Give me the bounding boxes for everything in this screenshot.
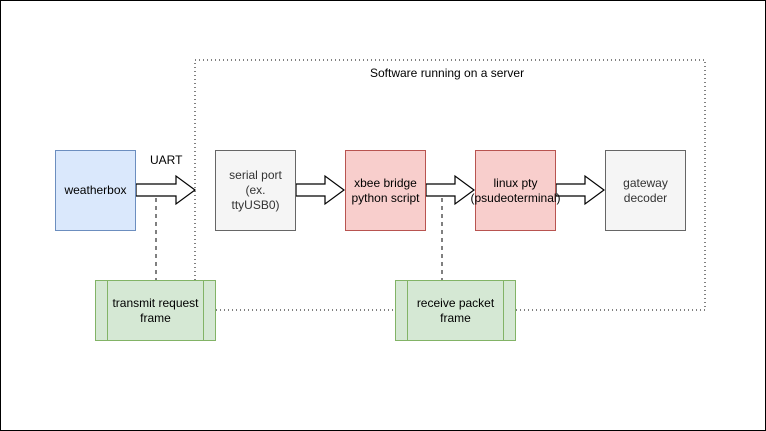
weatherbox-label: weatherbox <box>64 183 127 197</box>
transmit-request-label: transmit request frame <box>112 295 199 325</box>
gateway-decoder-label: gateway decoder <box>623 175 668 205</box>
arrow-serial-to-xbee <box>295 174 346 206</box>
transmit-request-frame-node[interactable]: transmit request frame <box>95 280 216 341</box>
process-bar-left <box>407 281 408 340</box>
xbee-bridge-label: xbee bridge python script <box>351 175 420 205</box>
gateway-decoder-node[interactable]: gateway decoder <box>605 150 686 231</box>
serial-port-label: serial port (ex. ttyUSB0) <box>229 168 282 212</box>
linux-pty-node[interactable]: linux pty (psudeoterminal) <box>470 150 561 231</box>
arrow-pty-to-gateway <box>555 174 606 206</box>
receive-packet-label: receive packet frame <box>416 295 495 325</box>
linux-pty-label: linux pty (psudeoterminal) <box>470 175 561 205</box>
process-bar-right <box>203 281 204 340</box>
process-bar-right <box>503 281 504 340</box>
process-bar-left <box>107 281 108 340</box>
weatherbox-node[interactable]: weatherbox <box>55 150 136 231</box>
arrow-xbee-to-pty <box>425 174 476 206</box>
container-label: Software running on a server <box>370 66 525 80</box>
uart-label: UART <box>150 153 183 167</box>
serial-port-node[interactable]: serial port (ex. ttyUSB0) <box>215 150 296 231</box>
arrow-weatherbox-to-serial <box>135 174 197 206</box>
receive-packet-frame-node[interactable]: receive packet frame <box>395 280 516 341</box>
xbee-bridge-node[interactable]: xbee bridge python script <box>345 150 426 231</box>
